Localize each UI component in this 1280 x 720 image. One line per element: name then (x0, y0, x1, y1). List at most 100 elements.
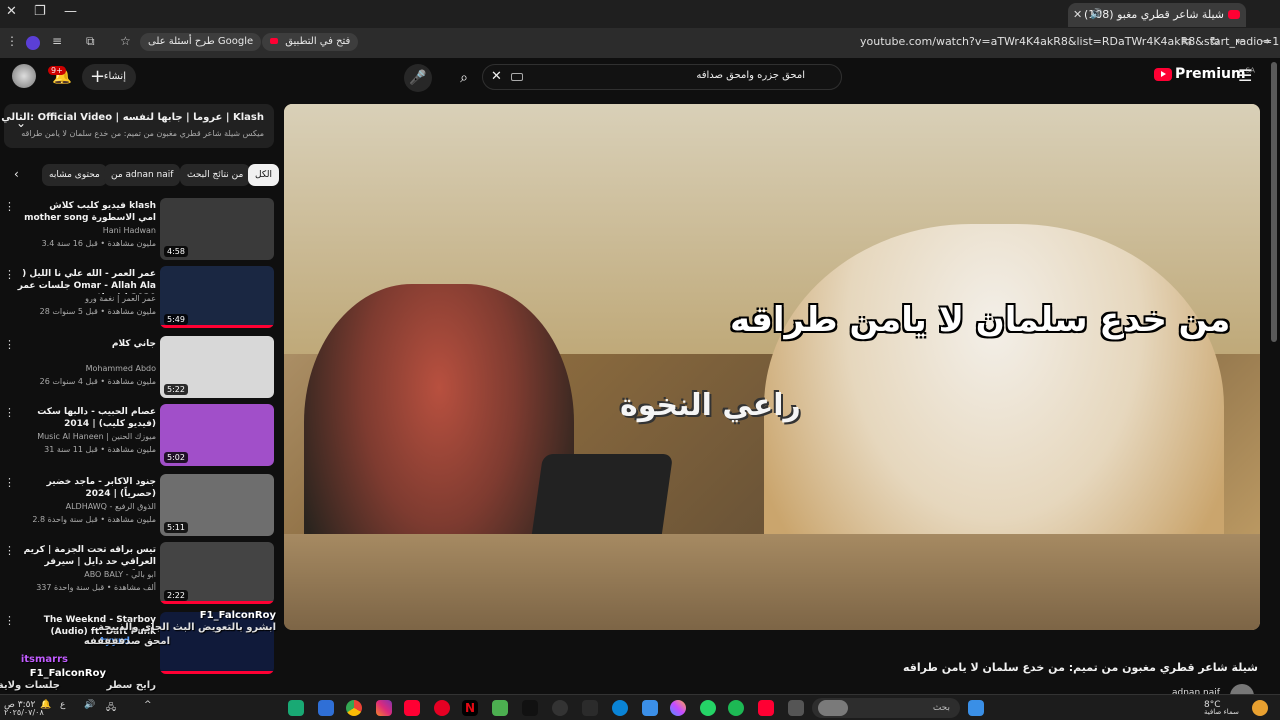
taskbar-app-icon[interactable] (288, 700, 304, 716)
recommendation-item[interactable]: ⋮ 5:02 عصام الحبيب - دالبها سكت (فيديو كلي… (0, 404, 276, 470)
weather-icon[interactable] (1252, 700, 1268, 716)
taskbar-app-icon[interactable] (318, 700, 334, 716)
clear-search-icon[interactable]: ✕ (491, 69, 502, 84)
chat-user: F1_FalconRoy (29, 668, 106, 679)
taskbar-app-icon[interactable] (788, 700, 804, 716)
notification-center-icon[interactable]: 🔔 (40, 700, 51, 710)
search-icon[interactable]: ⌕ (450, 64, 478, 92)
pinterest-icon[interactable] (434, 700, 450, 716)
windows-start-icon[interactable] (968, 700, 984, 716)
create-button[interactable]: + إنشاء (82, 64, 136, 90)
video-thumbnail[interactable]: 4:58 (160, 198, 274, 260)
more-options-icon[interactable]: ⋮ (4, 338, 15, 351)
filter-chip-all[interactable]: الكل (248, 164, 280, 186)
copilot-icon[interactable] (670, 700, 686, 716)
language-indicator[interactable]: ع (60, 700, 65, 710)
filter-chip-channel[interactable]: من adnan naif (104, 164, 181, 186)
recommendation-channel[interactable]: Music Al Haneen | ميوزك الحنين (37, 432, 156, 441)
video-player[interactable]: من خدع سلمان لا يامن طراقه راعي النخوة (284, 104, 1260, 630)
browser-tab[interactable]: ✕ 🔊 (108) شيلة شاعر قطري مغبو (1068, 3, 1246, 27)
more-options-icon[interactable]: ⋮ (4, 544, 15, 557)
chatgpt-icon[interactable] (552, 700, 568, 716)
profile-icon[interactable] (26, 36, 40, 50)
recommendation-channel[interactable]: Mohammed Abdo (86, 364, 156, 373)
video-desk (284, 534, 1260, 630)
filter-chip-search[interactable]: من نتائج البحث (180, 164, 251, 186)
reload-icon[interactable]: ↻ (1210, 34, 1220, 48)
bookmark-star-icon[interactable]: ☆ (120, 34, 131, 48)
plus-icon: + (90, 66, 106, 87)
more-options-icon[interactable]: ⋮ (4, 268, 15, 281)
recommendation-channel[interactable]: ALDHAWQ - الذوق الرفيع (66, 502, 156, 511)
playlist-panel[interactable]: ⌄ التالي: Official Video | عروما | جابها… (1, 104, 274, 148)
recommendation-channel[interactable]: عمر العمر | نغمة ورو (85, 294, 156, 303)
close-tab-icon[interactable]: ✕ (1073, 3, 1082, 27)
site-settings-icon[interactable]: ⇆ (1182, 34, 1192, 48)
page-scrollbar[interactable] (1271, 62, 1277, 342)
youtube-music-icon[interactable] (758, 700, 774, 716)
tiktok-icon[interactable] (522, 700, 538, 716)
search-input[interactable]: ✕ امحق جزره وامحق صدافه (482, 64, 842, 90)
forward-icon[interactable]: ← (1236, 34, 1246, 48)
taskbar-app-icon[interactable] (582, 700, 598, 716)
video-thumbnail[interactable]: 5:11 (160, 474, 274, 536)
audio-playing-icon[interactable]: 🔊 (1090, 3, 1102, 27)
whatsapp-icon[interactable] (700, 700, 716, 716)
voice-search-icon[interactable]: 🎤 (404, 64, 432, 92)
youtube-favicon-icon (1228, 10, 1240, 19)
filter-chip-related[interactable]: محتوى مشابه (42, 164, 107, 186)
video-thumbnail[interactable]: 5:22 (160, 336, 274, 398)
tray-overflow-icon[interactable]: ^ (144, 700, 152, 710)
video-thumbnail[interactable]: 5:02 (160, 404, 274, 466)
more-options-icon[interactable]: ⋮ (4, 476, 15, 489)
recommendation-item[interactable]: ⋮ 5:49 عمر العمر - الله علي نا الليل ( جلس… (0, 266, 276, 332)
recommendation-item[interactable]: ⋮ 5:22 جاني كلام Mohammed Abdo 26 مليون مشاه… (0, 336, 276, 402)
avatar[interactable] (12, 64, 36, 88)
taskbar-app-icon[interactable] (492, 700, 508, 716)
video-duration: 5:22 (164, 384, 188, 395)
back-icon[interactable]: → (1260, 34, 1270, 48)
video-duration: 4:58 (164, 246, 188, 257)
search-highlight-image (818, 700, 848, 716)
reading-list-icon[interactable]: ≡ (52, 34, 62, 48)
watch-progress-bar (160, 325, 274, 328)
instagram-icon[interactable] (376, 700, 392, 716)
ask-google-chip[interactable]: طرح أسئلة على Google (140, 33, 262, 51)
recommendation-item[interactable]: ⋮ 4:58 فيديو كليب كلاش klash mother song ا… (0, 198, 276, 264)
menu-dots-icon[interactable]: ⋮ (6, 34, 18, 48)
spotify-icon[interactable] (728, 700, 744, 716)
recommendation-channel[interactable]: ABO BALY - ابو بالي (84, 570, 156, 579)
taskbar-search[interactable]: بحث (812, 698, 960, 718)
more-options-icon[interactable]: ⋮ (4, 200, 15, 213)
chrome-icon[interactable] (346, 700, 362, 716)
chevron-left-icon[interactable]: ‹ (14, 167, 19, 181)
video-caption-sub: راعي النخوة (620, 388, 801, 423)
chat-message: ابشرو بالتعويض البث الجاي والذبيحة (98, 622, 276, 633)
recommendation-channel[interactable]: Hani Hadwan (103, 226, 156, 235)
extensions-icon[interactable]: ⧉ (86, 34, 95, 49)
recommendation-meta: 31 مليون مشاهدة • قبل 11 سنة (44, 445, 156, 454)
recommendation-item[interactable]: ⋮ 5:11 جنود الاكابر - ماجد خضير (حصرياً) |… (0, 474, 276, 540)
minimize-window-icon[interactable]: — (64, 4, 77, 19)
more-options-icon[interactable]: ⋮ (4, 406, 15, 419)
video-duration: 5:02 (164, 452, 188, 463)
recommendation-meta: 28 مليون مشاهدة • قبل 5 سنوات (39, 307, 156, 316)
volume-icon[interactable]: 🔊 (84, 700, 95, 710)
maximize-window-icon[interactable]: ❐ (34, 4, 46, 19)
video-thumbnail[interactable]: 2:22 (160, 542, 274, 604)
recommendation-title: عصام الحبيب - دالبها سكت (فيديو كليب) | … (37, 407, 156, 429)
keyboard-icon[interactable] (511, 73, 523, 81)
recommendation-item[interactable]: ⋮ 2:22 تيس براقه تحت الجزمة | كريم العراقي… (0, 542, 276, 608)
network-icon[interactable]: 🖧 (106, 700, 116, 716)
chat-message: امحق صدفففففه (83, 636, 170, 647)
youtube-icon[interactable] (404, 700, 420, 716)
tab-title: (108) شيلة شاعر قطري مغبو (1083, 8, 1224, 21)
taskbar-app-icon[interactable] (642, 700, 658, 716)
open-in-app-chip[interactable]: فتح في التطبيق (262, 33, 359, 51)
playlist-subtitle: ميكس شيلة شاعر قطري مغبون من تميم: من خد… (21, 129, 264, 138)
hamburger-menu-icon[interactable]: ☰ (1238, 66, 1252, 85)
netflix-icon[interactable]: N (462, 700, 478, 716)
video-thumbnail[interactable]: 5:49 (160, 266, 274, 328)
edge-icon[interactable] (612, 700, 628, 716)
close-window-icon[interactable]: ✕ (6, 4, 17, 19)
